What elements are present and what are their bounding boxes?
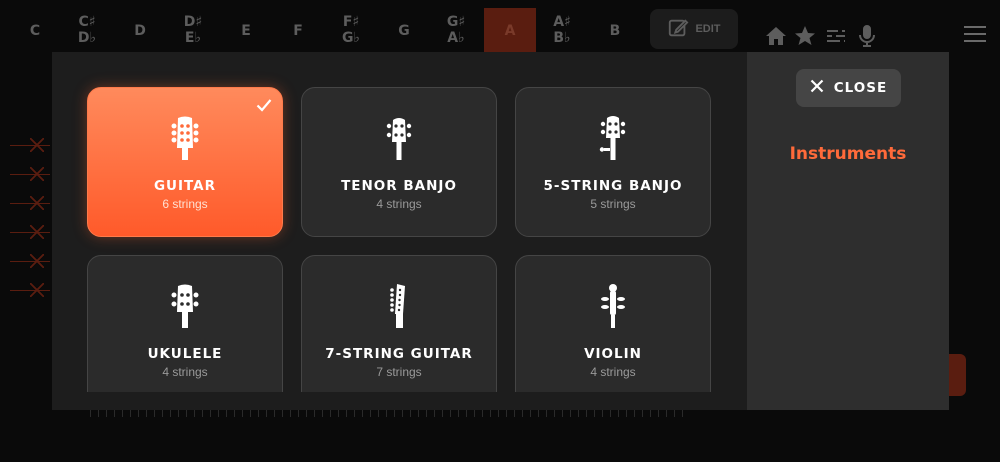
- fretboard-markers: [10, 138, 50, 319]
- key-f[interactable]: F: [277, 8, 319, 54]
- instrument-card-guitar[interactable]: GUITAR 6 strings: [87, 87, 283, 237]
- instruments-modal: GUITAR 6 strings TENOR BANJO 4 strings 5…: [52, 52, 949, 410]
- instrument-strings: 4 strings: [590, 365, 636, 379]
- instrument-strings: 7 strings: [376, 365, 422, 379]
- instruments-side-panel: CLOSE Instruments: [747, 52, 949, 410]
- seven-string-guitar-headstock-icon: [377, 282, 421, 330]
- instrument-grid: GUITAR 6 strings TENOR BANJO 4 strings 5…: [52, 52, 747, 392]
- edit-label: EDIT: [695, 23, 721, 35]
- instrument-strings: 6 strings: [162, 197, 208, 211]
- key-b[interactable]: B: [594, 8, 636, 54]
- key-selector-bar: C C♯ D♭ D D♯ E♭ E F F♯ G♭ G G♯ A♭ A A♯ B♭ B: [0, 8, 640, 54]
- mic-icon[interactable]: [855, 24, 879, 48]
- key-a-sharp[interactable]: A♯ B♭: [541, 8, 583, 54]
- instrument-card-ukulele[interactable]: UKULELE 4 strings: [87, 255, 283, 392]
- star-icon[interactable]: [793, 24, 817, 48]
- instrument-card-7-string-guitar[interactable]: 7-STRING GUITAR 7 strings: [301, 255, 497, 392]
- tuning-icon[interactable]: [824, 24, 848, 48]
- instrument-card-5-string-banjo[interactable]: 5-STRING BANJO 5 strings: [515, 87, 711, 237]
- key-c[interactable]: C: [14, 8, 56, 54]
- instrument-name: UKULELE: [147, 346, 223, 362]
- ukulele-headstock-icon: [163, 282, 207, 330]
- edit-icon: [667, 17, 689, 42]
- instrument-strings: 5 strings: [590, 197, 636, 211]
- key-g-sharp[interactable]: G♯ A♭: [435, 8, 477, 54]
- instrument-card-tenor-banjo[interactable]: TENOR BANJO 4 strings: [301, 87, 497, 237]
- violin-scroll-icon: [591, 282, 635, 330]
- instrument-strings: 4 strings: [376, 197, 422, 211]
- close-label: CLOSE: [833, 80, 888, 96]
- menu-icon[interactable]: [964, 26, 986, 44]
- key-e[interactable]: E: [225, 8, 267, 54]
- panel-title: Instruments: [789, 144, 907, 164]
- tenor-banjo-headstock-icon: [377, 114, 421, 162]
- instrument-strings: 4 strings: [162, 365, 208, 379]
- key-g[interactable]: G: [383, 8, 425, 54]
- instrument-name: 5-STRING BANJO: [543, 178, 683, 194]
- key-a[interactable]: A: [484, 8, 536, 54]
- instrument-name: VIOLIN: [584, 346, 642, 362]
- key-d-sharp[interactable]: D♯ E♭: [172, 8, 214, 54]
- five-string-banjo-headstock-icon: [591, 114, 635, 162]
- close-icon: [810, 79, 824, 97]
- instrument-card-violin[interactable]: VIOLIN 4 strings: [515, 255, 711, 392]
- key-c-sharp[interactable]: C♯ D♭: [66, 8, 108, 54]
- background-ruler: [90, 409, 690, 417]
- instrument-name: GUITAR: [153, 178, 217, 194]
- instrument-name: 7-STRING GUITAR: [325, 346, 473, 362]
- key-d[interactable]: D: [119, 8, 161, 54]
- key-f-sharp[interactable]: F♯ G♭: [330, 8, 372, 54]
- guitar-headstock-icon: [163, 114, 207, 162]
- instrument-name: TENOR BANJO: [341, 178, 457, 194]
- edit-button[interactable]: EDIT: [650, 9, 738, 49]
- home-icon[interactable]: [764, 24, 788, 48]
- close-button[interactable]: CLOSE: [796, 69, 901, 107]
- check-icon: [256, 98, 272, 112]
